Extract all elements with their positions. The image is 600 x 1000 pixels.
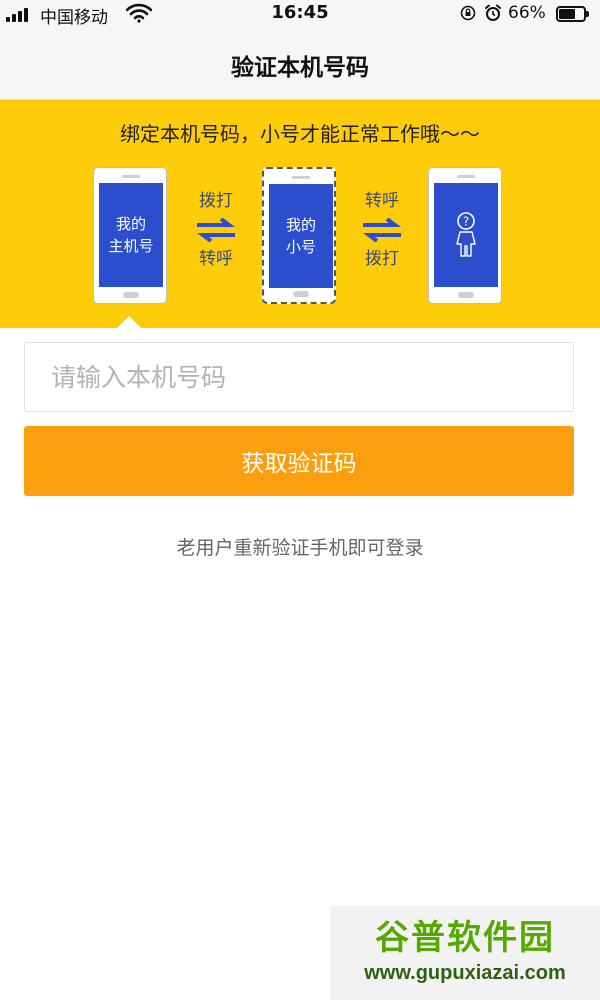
unknown-person-icon: ? bbox=[456, 212, 476, 257]
phone-speaker bbox=[457, 175, 475, 178]
unknown-phone-screen: ? bbox=[434, 183, 498, 287]
svg-text:?: ? bbox=[463, 215, 469, 229]
watermark-url: www.gupuxiazai.com bbox=[364, 962, 566, 984]
nav-bar: 验证本机号码 bbox=[0, 28, 600, 100]
phone-home-button bbox=[458, 292, 474, 298]
phone-speaker bbox=[292, 176, 310, 179]
binding-banner: 绑定本机号码，小号才能正常工作哦～～ 我的 主机号 拨打 转呼 我的 小号 转呼… bbox=[0, 100, 600, 328]
banner-pointer bbox=[117, 316, 141, 328]
watermark-logo-text: 谷普软件园 bbox=[375, 918, 555, 958]
battery-level bbox=[559, 9, 575, 19]
arrow-label-dial: 拨打 bbox=[365, 249, 399, 269]
unknown-caller-phone-illustration: ? bbox=[428, 167, 502, 304]
returning-user-hint: 老用户重新验证手机即可登录 bbox=[176, 537, 424, 559]
banner-headline: 绑定本机号码，小号才能正常工作哦～～ bbox=[120, 122, 480, 146]
small-phone-screen: 我的 小号 bbox=[269, 184, 333, 288]
call-forward-arrows-left: 拨打 转呼 bbox=[193, 190, 239, 270]
battery-percent: 66% bbox=[508, 3, 546, 23]
site-watermark: 谷普软件园 www.gupuxiazai.com bbox=[330, 906, 600, 1000]
my-small-number-phone-illustration: 我的 小号 bbox=[262, 167, 336, 304]
page-title: 验证本机号码 bbox=[231, 55, 369, 81]
battery-icon bbox=[556, 6, 589, 22]
arrow-label-forward: 转呼 bbox=[365, 191, 399, 211]
small-phone-label-1: 我的 bbox=[285, 216, 316, 234]
phone-home-button bbox=[293, 291, 309, 297]
phone-speaker bbox=[122, 175, 140, 178]
arrow-label-dial: 拨打 bbox=[199, 191, 233, 211]
small-phone-label-2: 小号 bbox=[285, 238, 316, 256]
main-phone-label-1: 我的 bbox=[115, 215, 146, 233]
main-phone-label-2: 主机号 bbox=[108, 237, 154, 255]
swap-arrows-icon bbox=[197, 218, 235, 242]
arrow-label-forward: 转呼 bbox=[199, 249, 233, 269]
rotation-lock-icon bbox=[460, 5, 476, 21]
call-forward-arrows-right: 转呼 拨打 bbox=[359, 190, 405, 270]
phone-number-input[interactable] bbox=[24, 342, 574, 412]
get-verification-code-button[interactable]: 获取验证码 bbox=[24, 426, 574, 496]
phone-home-button bbox=[123, 292, 139, 298]
main-phone-screen: 我的 主机号 bbox=[99, 183, 163, 287]
status-bar: 中国移动 16:45 66% bbox=[0, 0, 600, 28]
swap-arrows-icon bbox=[363, 218, 401, 242]
alarm-icon bbox=[485, 4, 501, 21]
my-main-phone-illustration: 我的 主机号 bbox=[93, 167, 167, 304]
